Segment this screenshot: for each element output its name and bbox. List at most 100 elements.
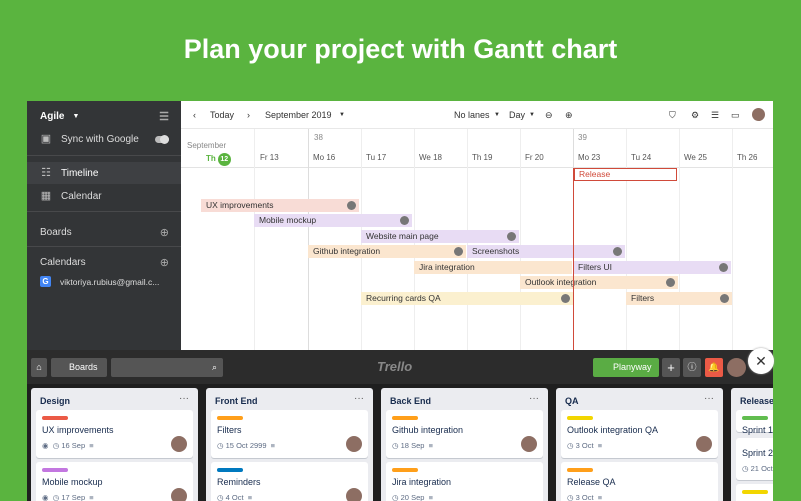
today-button[interactable]: Today xyxy=(210,110,234,120)
calendars-label: Calendars xyxy=(40,257,86,268)
workspace-selector[interactable]: Agile ▼ ☰ xyxy=(40,110,169,123)
card[interactable]: Outlook integration QA ◷ 3 Oct ≡ xyxy=(561,410,718,458)
trello-board: Design ··· UX improvements ◉ ◷ 16 Sep ≡ M… xyxy=(27,384,773,501)
calendars-section[interactable]: Calendars ⊕ xyxy=(40,256,169,269)
release-line xyxy=(573,168,574,350)
account-email: viktoriya.rubius@gmail.c... xyxy=(60,276,160,287)
gantt-toolbar: ‹ Today › September 2019 ▼ No lanes ▼ Da… xyxy=(181,101,773,129)
nav-calendar[interactable]: ▦ Calendar xyxy=(40,190,169,202)
nav-timeline[interactable]: ☷ Timeline xyxy=(40,167,169,179)
add-icon[interactable]: + xyxy=(662,358,680,377)
calendar-sync-icon: ▣ xyxy=(40,133,52,145)
card[interactable]: Github integration ◷ 18 Sep ≡ xyxy=(386,410,543,458)
nav-calendar-label: Calendar xyxy=(61,190,102,202)
release-milestone[interactable]: Release xyxy=(574,168,677,181)
day-label: Mo 16 xyxy=(313,153,336,162)
chevron-down-icon: ▼ xyxy=(494,112,500,118)
search-icon[interactable]: ⌕ xyxy=(111,358,223,377)
list-design: Design ··· UX improvements ◉ ◷ 16 Sep ≡ M… xyxy=(31,388,198,501)
chevron-down-icon: ▼ xyxy=(72,113,80,120)
next-icon[interactable]: › xyxy=(247,110,250,120)
gantt-task-bar[interactable]: Jira integration xyxy=(414,261,572,274)
filter-icon[interactable]: ⛉ xyxy=(669,110,676,121)
chevron-down-icon: ▼ xyxy=(529,112,535,118)
day-label: Fr 13 xyxy=(260,153,279,162)
bell-icon[interactable]: 🔔 xyxy=(705,358,723,377)
gantt-task-bar[interactable]: Recurring cards QA xyxy=(361,292,573,305)
list-front-end: Front End ··· Filters ◷ 15 Oct 2999 ≡ Rem… xyxy=(206,388,373,501)
collapse-icon[interactable]: ☰ xyxy=(159,110,169,123)
card[interactable]: UX improvements ◉ ◷ 16 Sep ≡ xyxy=(36,410,193,458)
headline: Plan your project with Gantt chart xyxy=(183,34,618,64)
day-label: Th 12 xyxy=(206,153,231,166)
settings-icon[interactable]: ⚙ xyxy=(691,110,699,121)
google-account[interactable]: G viktoriya.rubius@gmail.c... xyxy=(40,276,169,287)
gantt-task-bar[interactable]: Website main page xyxy=(361,230,519,243)
month-label: September xyxy=(187,141,227,150)
sync-toggle[interactable] xyxy=(155,135,169,144)
nav-timeline-label: Timeline xyxy=(61,167,99,179)
day-label: Th 19 xyxy=(472,153,493,162)
sync-google-row[interactable]: ▣ Sync with Google xyxy=(40,133,169,145)
day-label: Mo 23 xyxy=(578,153,601,162)
card[interactable]: Sprint 2 ◷ 21 Oct xyxy=(736,438,773,480)
close-icon[interactable]: ✕ xyxy=(748,348,774,374)
google-icon: G xyxy=(40,276,51,287)
list-menu-icon[interactable]: ··· xyxy=(354,393,364,404)
day-label: Tu 24 xyxy=(631,153,652,162)
planyway-button[interactable]: Planyway xyxy=(593,358,659,377)
user-avatar[interactable] xyxy=(727,358,746,377)
card[interactable] xyxy=(736,484,773,501)
card[interactable]: Sprint 1 xyxy=(736,410,773,435)
user-avatar[interactable] xyxy=(752,108,765,121)
boards-section[interactable]: Boards ⊕ xyxy=(40,226,169,239)
month-picker[interactable]: September 2019 xyxy=(265,110,332,120)
gantt-task-bar[interactable]: Mobile mockup xyxy=(254,214,412,227)
zoom-in-icon[interactable]: ⊕ xyxy=(565,110,573,121)
add-calendar-icon[interactable]: ⊕ xyxy=(160,256,169,269)
list-release: Release Sprint 1 Sprint 2 ◷ 21 Oct xyxy=(731,388,773,501)
lanes-select[interactable]: No lanes xyxy=(454,110,490,120)
card[interactable]: Mobile mockup ◉ ◷ 17 Sep ≡ xyxy=(36,462,193,501)
week-label: 39 xyxy=(578,133,587,142)
gantt-chart: ‹ Today › September 2019 ▼ No lanes ▼ Da… xyxy=(181,101,773,350)
zoom-out-icon[interactable]: ⊖ xyxy=(545,110,553,121)
home-icon[interactable]: ⌂ xyxy=(31,358,47,377)
gantt-task-bar[interactable]: Outlook integration xyxy=(520,276,678,289)
sync-label: Sync with Google xyxy=(61,133,139,145)
trello-logo: Trello xyxy=(377,359,413,374)
day-label: Th 26 xyxy=(737,153,758,162)
gantt-task-bar[interactable]: UX improvements xyxy=(201,199,359,212)
comment-icon[interactable]: ▭ xyxy=(731,110,740,121)
add-board-icon[interactable]: ⊕ xyxy=(160,226,169,239)
prev-icon[interactable]: ‹ xyxy=(193,110,196,120)
list-icon[interactable]: ☰ xyxy=(711,110,719,121)
card[interactable]: Release QA ◷ 3 Oct ≡ xyxy=(561,462,718,501)
trello-header: ⌂ Boards ⌕ Trello Planyway + ⓘ 🔔 xyxy=(27,350,773,384)
app-window: Agile ▼ ☰ ▣ Sync with Google ☷ Timeline … xyxy=(27,101,773,501)
list-menu-icon[interactable]: ··· xyxy=(179,393,189,404)
list-qa: QA ··· Outlook integration QA ◷ 3 Oct ≡ R… xyxy=(556,388,723,501)
info-icon[interactable]: ⓘ xyxy=(683,358,701,377)
card[interactable]: Jira integration ◷ 20 Sep ≡ xyxy=(386,462,543,501)
gantt-task-bar[interactable]: Filters UI xyxy=(573,261,731,274)
gantt-task-bar[interactable]: Github integration xyxy=(308,245,466,258)
calendar-icon: ▦ xyxy=(40,190,52,202)
list-back-end: Back End ··· Github integration ◷ 18 Sep … xyxy=(381,388,548,501)
gantt-task-bar[interactable]: Screenshots xyxy=(467,245,625,258)
list-menu-icon[interactable]: ··· xyxy=(529,393,539,404)
day-label: We 18 xyxy=(419,153,442,162)
sidebar: Agile ▼ ☰ ▣ Sync with Google ☷ Timeline … xyxy=(27,101,181,350)
day-label: We 25 xyxy=(684,153,707,162)
scale-select[interactable]: Day xyxy=(509,110,525,120)
day-label: Fr 20 xyxy=(525,153,544,162)
card[interactable]: Reminders ◷ 4 Oct ≡ xyxy=(211,462,368,501)
boards-button[interactable]: Boards xyxy=(51,358,107,377)
timeline-icon: ☷ xyxy=(41,167,51,179)
chevron-down-icon: ▼ xyxy=(339,112,345,118)
week-label: 38 xyxy=(314,133,323,142)
card[interactable]: Filters ◷ 15 Oct 2999 ≡ xyxy=(211,410,368,458)
list-menu-icon[interactable]: ··· xyxy=(704,393,714,404)
gantt-task-bar[interactable]: Filters xyxy=(626,292,732,305)
boards-label: Boards xyxy=(40,227,72,238)
